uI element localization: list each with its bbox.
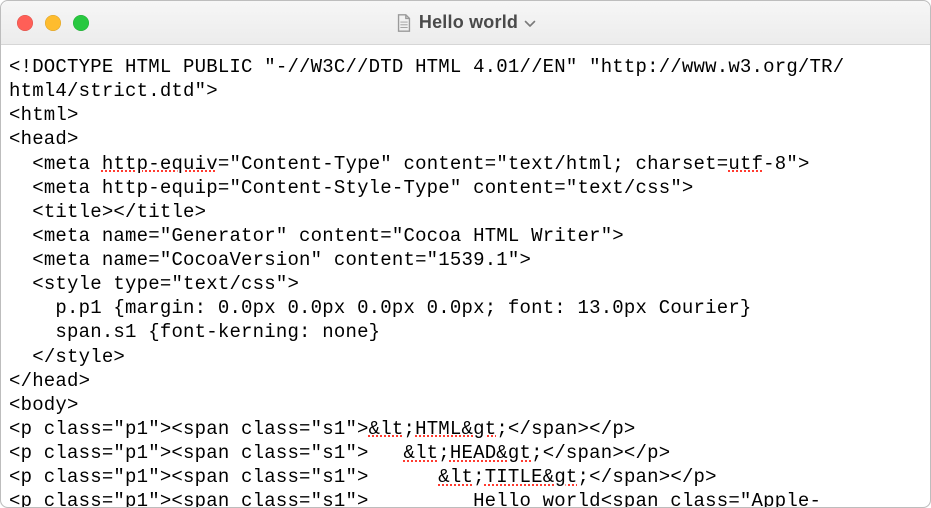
code-line: <p class="p1"><span class="s1"> [9, 466, 438, 488]
chevron-down-icon[interactable] [524, 12, 536, 33]
code-line: ; [438, 442, 450, 464]
spell-error: http-equiv [102, 153, 218, 175]
window-title[interactable]: Hello world [395, 12, 536, 33]
code-line: <body> [9, 394, 79, 416]
code-line: ; [403, 418, 415, 440]
window: Hello world <!DOCTYPE HTML PUBLIC "-//W3… [0, 0, 931, 508]
code-line: <meta [9, 153, 102, 175]
code-line: ;</span></p> [496, 418, 635, 440]
minimize-button[interactable] [45, 15, 61, 31]
code-line: <meta name="CocoaVersion" content="1539.… [9, 249, 531, 271]
spell-error: utf [728, 153, 763, 175]
code-line: <html> [9, 104, 79, 126]
titlebar[interactable]: Hello world [1, 1, 930, 45]
code-line: </style> [9, 346, 125, 368]
code-line: ;</span></p> [531, 442, 670, 464]
spell-error: HTML&gt [415, 418, 496, 440]
code-line: span.s1 {font-kerning: none} [9, 321, 380, 343]
code-line: <p class="p1"><span class="s1"> [9, 442, 403, 464]
code-line: </head> [9, 370, 90, 392]
document-icon [395, 13, 413, 33]
editor-area[interactable]: <!DOCTYPE HTML PUBLIC "-//W3C//DTD HTML … [1, 45, 930, 507]
code-line: ;</span></p> [578, 466, 717, 488]
code-line: <p class="p1"><span class="s1"> [9, 418, 369, 440]
code-line: ="Content-Type" content="text/html; char… [218, 153, 728, 175]
code-line: <p class="p1"><span class="s1"> Hello wo… [9, 490, 821, 507]
traffic-lights [17, 15, 89, 31]
code-line: <style type="text/css"> [9, 273, 299, 295]
spell-error: HEAD&gt [450, 442, 531, 464]
code-content[interactable]: <!DOCTYPE HTML PUBLIC "-//W3C//DTD HTML … [9, 55, 922, 507]
spell-error: TITLE&gt [485, 466, 578, 488]
code-line: <head> [9, 128, 79, 150]
code-line: <title></title> [9, 201, 206, 223]
code-line: ; [473, 466, 485, 488]
spell-error: &lt [438, 466, 473, 488]
close-button[interactable] [17, 15, 33, 31]
spell-error: &lt [369, 418, 404, 440]
code-line: <!DOCTYPE HTML PUBLIC "-//W3C//DTD HTML … [9, 56, 844, 78]
zoom-button[interactable] [73, 15, 89, 31]
spell-error: &lt [403, 442, 438, 464]
code-line: p.p1 {margin: 0.0px 0.0px 0.0px 0.0px; f… [9, 297, 752, 319]
document-title: Hello world [419, 12, 518, 33]
code-line: html4/strict.dtd"> [9, 80, 218, 102]
code-line: <meta name="Generator" content="Cocoa HT… [9, 225, 624, 247]
code-line: <meta http-equip="Content-Style-Type" co… [9, 177, 694, 199]
code-line: -8"> [763, 153, 809, 175]
